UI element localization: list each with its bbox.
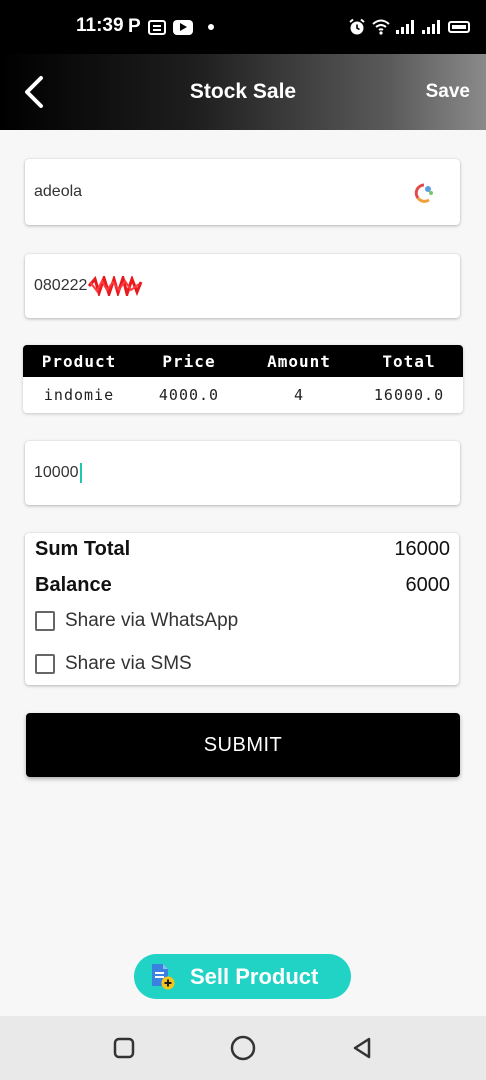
status-left-icons: P (128, 15, 214, 39)
share-whatsapp-option[interactable]: Share via WhatsApp (35, 610, 238, 632)
page-title: Stock Sale (189, 80, 297, 103)
summary-card: Sum Total 16000 Balance 6000 Share via W… (25, 533, 459, 685)
cell-product: indomie (43, 386, 115, 404)
customer-name-field[interactable]: adeola (25, 159, 460, 225)
status-time: 11:39 (76, 15, 124, 36)
home-button[interactable] (229, 1034, 257, 1062)
recents-button[interactable] (110, 1034, 138, 1062)
status-bar: 11:39 P (0, 0, 486, 54)
sum-total-row: Sum Total 16000 (35, 538, 450, 561)
sum-total-value: 16000 (394, 538, 450, 560)
column-header: Product (41, 351, 117, 371)
phone-visible-digits: 080222 (34, 277, 88, 295)
balance-row: Balance 6000 (35, 574, 450, 597)
back-nav-button[interactable] (348, 1034, 376, 1062)
customer-name-value: adeola (34, 183, 83, 200)
save-button[interactable]: Save (426, 81, 470, 103)
share-sms-checkbox[interactable] (35, 654, 55, 674)
phone-field[interactable]: 080222 (25, 254, 460, 318)
sell-product-button[interactable]: Sell Product (134, 954, 351, 999)
signal-icon (422, 20, 440, 34)
phone-value: 080222 (34, 276, 143, 296)
submit-button[interactable]: SUBMIT (26, 713, 460, 777)
table-row[interactable]: indomie 4000.0 4 16000.0 (23, 377, 463, 413)
amount-paid-value: 10000 (34, 463, 82, 483)
amount-paid-text: 10000 (34, 464, 79, 482)
add-document-icon (152, 963, 175, 989)
share-whatsapp-label: Share via WhatsApp (65, 610, 239, 631)
share-sms-label: Share via SMS (65, 653, 192, 674)
app-bar: Stock Sale Save (0, 54, 486, 130)
system-nav-bar (0, 1016, 486, 1080)
dot-icon (207, 24, 214, 30)
message-icon (147, 19, 166, 35)
redaction-scribble (88, 276, 143, 296)
signal-icon (396, 20, 414, 34)
contacts-picker-icon[interactable] (413, 182, 435, 204)
text-cursor (79, 463, 82, 483)
column-header: Total (382, 351, 436, 371)
share-whatsapp-checkbox[interactable] (35, 611, 55, 631)
youtube-icon (172, 19, 193, 35)
sell-product-label: Sell Product (190, 963, 319, 989)
circle-icon (230, 1035, 256, 1061)
cell-total: 16000.0 (373, 386, 445, 404)
alarm-icon (349, 18, 365, 35)
product-table: Product Price Amount Total indomie 4000.… (23, 345, 463, 413)
square-icon (113, 1037, 135, 1059)
amount-paid-field[interactable]: 10000 (25, 441, 460, 505)
table-header: Product Price Amount Total (23, 345, 463, 377)
balance-value: 6000 (405, 574, 451, 596)
p-icon: P (128, 16, 141, 37)
wifi-icon (372, 19, 390, 35)
cell-price: 4000.0 (158, 386, 220, 404)
cell-amount: 4 (293, 386, 305, 404)
share-sms-option[interactable]: Share via SMS (35, 653, 192, 675)
status-right-icons (348, 15, 470, 39)
column-header: Price (162, 351, 216, 371)
balance-label: Balance (35, 574, 112, 596)
triangle-back-icon (353, 1037, 371, 1059)
battery-icon (448, 21, 470, 33)
sum-total-label: Sum Total (35, 538, 131, 560)
column-header: Amount (267, 351, 331, 371)
